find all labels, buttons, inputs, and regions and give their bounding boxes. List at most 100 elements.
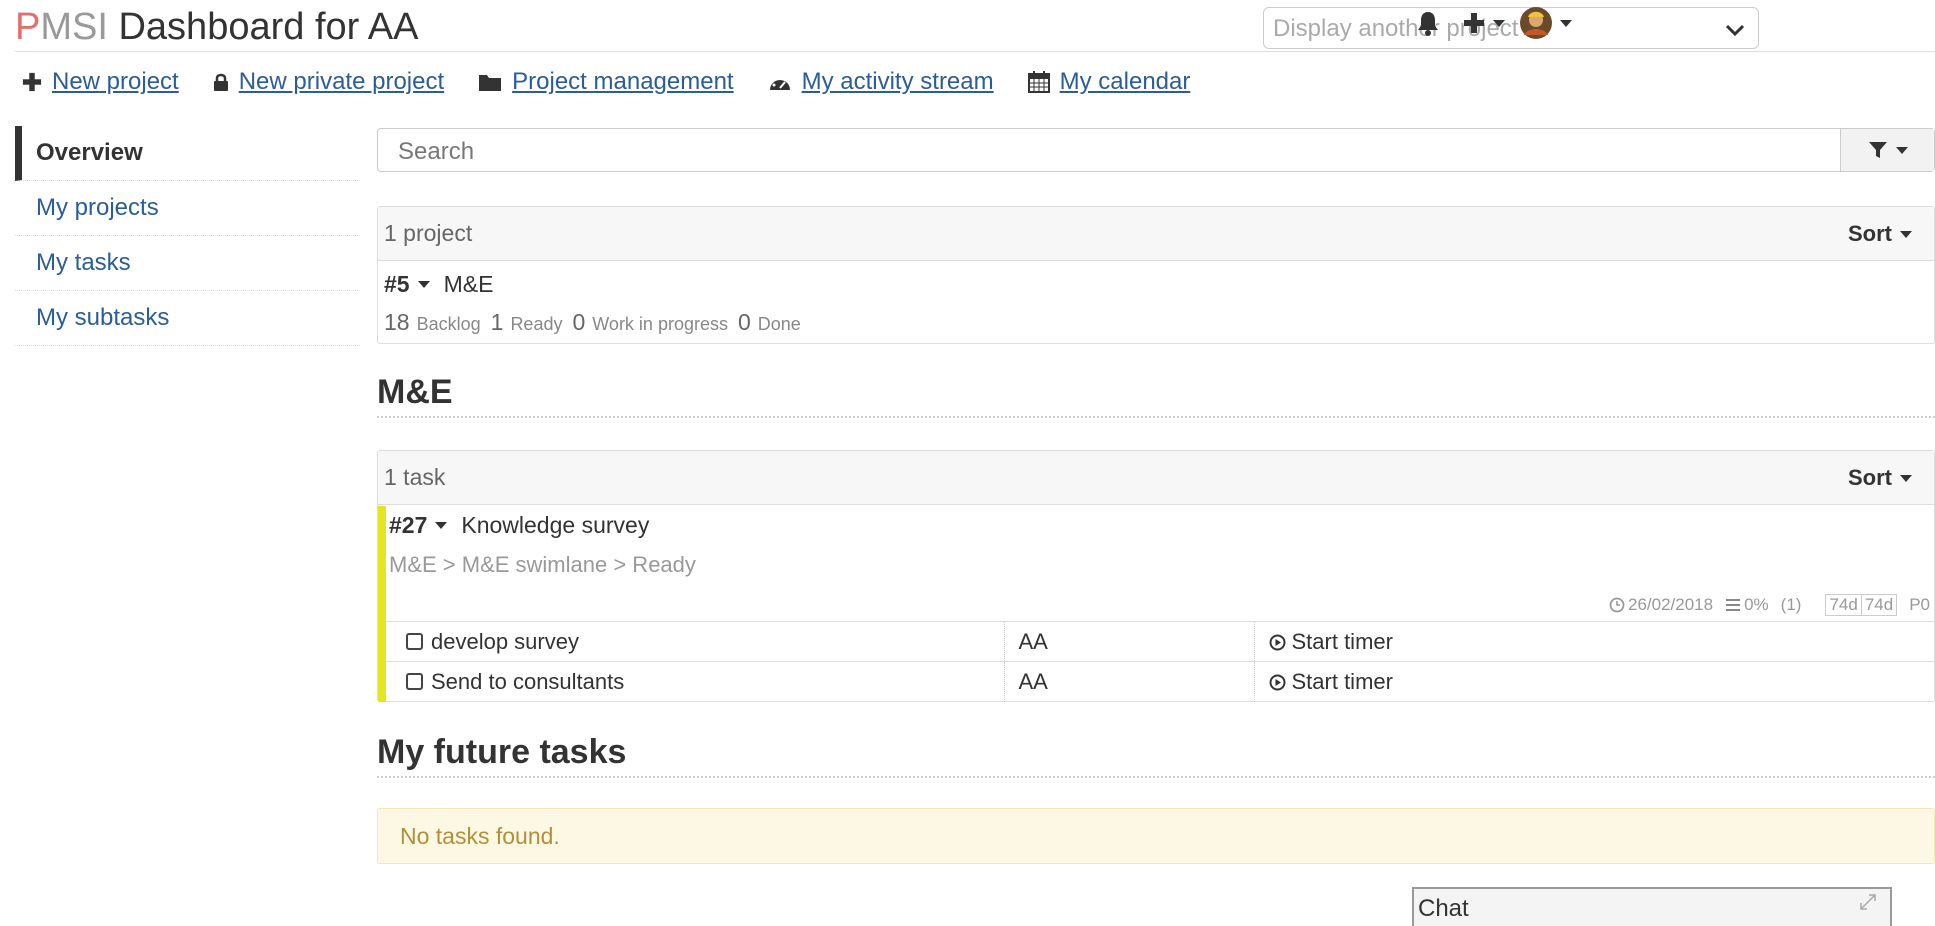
new-private-project-action[interactable]: New private project	[213, 68, 444, 96]
sort-button[interactable]: Sort	[1848, 221, 1912, 247]
project-name[interactable]: M&E	[444, 271, 494, 298]
subtask-table: develop survey AA Start timer Send to co…	[386, 621, 1934, 702]
caret-down-icon	[1900, 474, 1912, 482]
task-card: #27 Knowledge survey M&E > M&E swimlane …	[378, 506, 1934, 702]
empty-state-alert: No tasks found.	[377, 808, 1935, 864]
task-comments[interactable]: (1)	[1781, 595, 1802, 615]
start-timer-label[interactable]: Start timer	[1292, 669, 1393, 694]
lock-icon	[213, 73, 228, 91]
subtask-timer-cell[interactable]: Start timer	[1253, 661, 1934, 702]
chevron-down-icon	[1725, 24, 1745, 37]
play-circle-icon	[1269, 674, 1285, 691]
sort-label: Sort	[1848, 221, 1892, 246]
filter-button[interactable]	[1840, 129, 1934, 171]
subtask-title[interactable]: develop survey	[431, 629, 579, 654]
table-row: develop survey AA Start timer	[386, 621, 1934, 662]
dashboard-icon	[769, 75, 790, 90]
stat-ready-label: Ready	[510, 314, 563, 334]
future-tasks-title: My future tasks	[377, 733, 1935, 778]
page-title: PMSI Dashboard for AA	[15, 6, 418, 49]
clock-icon	[1609, 597, 1625, 613]
avatar	[1520, 7, 1552, 39]
play-circle-icon	[1269, 634, 1285, 650]
calendar-icon	[1027, 71, 1050, 93]
project-management-link[interactable]: Project management	[512, 68, 733, 96]
checkbox[interactable]	[406, 672, 423, 690]
bell-icon[interactable]	[1417, 10, 1439, 36]
projects-panel: 1 project Sort #5 M&E 18 Backlog 1 Ready…	[377, 206, 1935, 344]
task-id[interactable]: #27	[389, 512, 427, 539]
project-management-action[interactable]: Project management	[478, 68, 734, 96]
task-progress: 0%	[1744, 595, 1769, 614]
bars-icon	[1726, 599, 1741, 611]
stat-done-label: Done	[757, 314, 801, 334]
task-title-line: #27 Knowledge survey	[389, 512, 649, 539]
project-title-line: #5 M&E	[384, 271, 493, 298]
empty-state-message: No tasks found.	[400, 823, 560, 849]
search-input[interactable]: Search	[377, 128, 1935, 172]
sidebar-item-my-projects[interactable]: My projects	[15, 181, 360, 236]
task-date: 26/02/2018	[1628, 595, 1714, 614]
project-section-title: M&E	[377, 373, 1935, 418]
new-project-action[interactable]: New project	[22, 68, 179, 96]
create-menu-button[interactable]	[1463, 12, 1505, 34]
caret-down-icon	[1493, 19, 1505, 27]
activity-stream-link[interactable]: My activity stream	[802, 68, 994, 96]
activity-stream-action[interactable]: My activity stream	[768, 68, 994, 96]
task-count: 1 task	[384, 464, 446, 490]
dashboard-title: Dashboard for AA	[118, 6, 419, 48]
checkbox[interactable]	[406, 632, 423, 650]
sidebar-item-overview[interactable]: Overview	[15, 126, 360, 181]
header: PMSI Dashboard for AA Display another pr…	[15, 0, 1935, 52]
subtask-assignee: AA	[1003, 661, 1254, 702]
task-meta: 26/02/2018 0% (1) 74d 74d P0	[1597, 594, 1930, 616]
projects-panel-header: 1 project Sort	[378, 207, 1934, 261]
sort-label: Sort	[1848, 465, 1892, 490]
plus-icon	[22, 72, 42, 92]
new-project-link[interactable]: New project	[52, 68, 179, 96]
time-spent: 74d	[1825, 594, 1862, 616]
task-breadcrumb: M&E > M&E swimlane > Ready	[389, 552, 696, 577]
logo-letter: P	[15, 6, 41, 48]
search-placeholder: Search	[398, 138, 475, 165]
time-estimated: 74d	[1861, 594, 1898, 616]
stat-backlog-label: Backlog	[416, 314, 481, 334]
start-timer-label[interactable]: Start timer	[1292, 629, 1393, 654]
filter-icon	[1868, 142, 1887, 158]
project-select[interactable]: Display another project	[1263, 7, 1759, 49]
stat-backlog-count: 18	[384, 309, 410, 335]
new-private-project-link[interactable]: New private project	[239, 68, 444, 96]
user-menu-button[interactable]	[1520, 7, 1572, 39]
caret-down-icon[interactable]	[417, 281, 430, 288]
expand-icon[interactable]	[1858, 892, 1878, 912]
subtask-title[interactable]: Send to consultants	[431, 669, 624, 694]
tasks-panel: 1 task Sort #27 Knowledge survey M&E > M…	[377, 450, 1935, 702]
sort-button[interactable]: Sort	[1848, 465, 1912, 491]
calendar-action[interactable]: My calendar	[1027, 68, 1191, 96]
calendar-link[interactable]: My calendar	[1060, 68, 1191, 96]
table-row: Send to consultants AA Start timer	[386, 661, 1934, 702]
sidebar-item-my-subtasks[interactable]: My subtasks	[15, 291, 360, 346]
logo-text: MSI	[40, 6, 108, 48]
project-stats: 18 Backlog 1 Ready 0 Work in progress 0 …	[384, 309, 811, 336]
subtask-cell: develop survey	[386, 621, 1004, 662]
project-id[interactable]: #5	[384, 271, 410, 298]
chat-label: Chat	[1418, 895, 1469, 922]
task-priority: P0	[1909, 595, 1930, 614]
tasks-panel-header: 1 task Sort	[378, 451, 1934, 505]
caret-down-icon	[1900, 230, 1912, 238]
subtask-cell: Send to consultants	[386, 661, 1004, 702]
stat-done-count: 0	[737, 309, 751, 335]
action-bar: New project New private project Project …	[22, 66, 1224, 98]
stat-wip-count: 0	[572, 309, 586, 335]
stat-wip-label: Work in progress	[592, 314, 728, 334]
subtask-timer-cell[interactable]: Start timer	[1253, 621, 1934, 662]
stat-ready-count: 1	[490, 309, 504, 335]
project-count: 1 project	[384, 220, 473, 246]
sidebar-item-my-tasks[interactable]: My tasks	[15, 236, 360, 291]
subtask-assignee: AA	[1003, 621, 1254, 662]
caret-down-icon[interactable]	[435, 522, 448, 529]
chat-widget[interactable]: Chat	[1412, 887, 1892, 926]
caret-down-icon	[1560, 19, 1572, 27]
task-title[interactable]: Knowledge survey	[461, 512, 649, 539]
